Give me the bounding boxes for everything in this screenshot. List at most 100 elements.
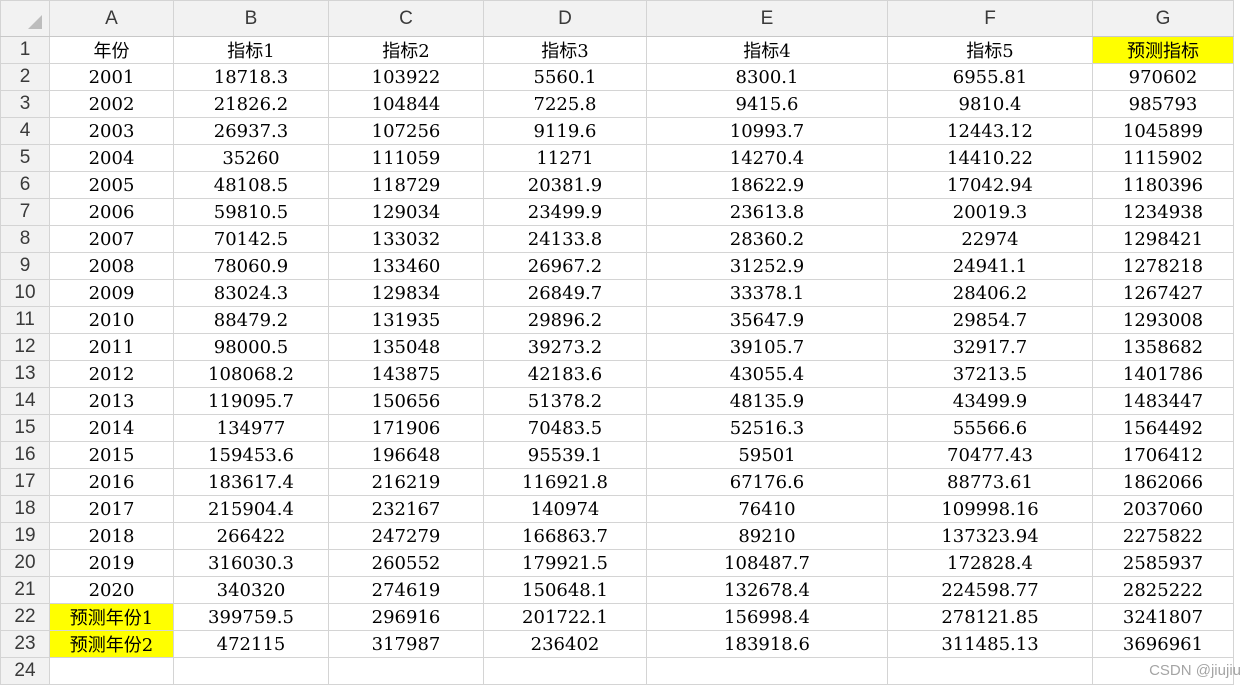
cell-f16[interactable]: 70477.43 xyxy=(887,441,1093,469)
cell-a19[interactable]: 2018 xyxy=(49,522,174,550)
cell-d20[interactable]: 179921.5 xyxy=(483,549,647,577)
cell-f1[interactable]: 指标5 xyxy=(887,36,1093,64)
cell-b2[interactable]: 18718.3 xyxy=(173,63,329,91)
cell-e18[interactable]: 76410 xyxy=(646,495,888,523)
row-header[interactable]: 16 xyxy=(0,441,50,469)
cell-g4[interactable]: 1045899 xyxy=(1092,117,1234,145)
cell-c9[interactable]: 133460 xyxy=(328,252,484,280)
cell-c4[interactable]: 107256 xyxy=(328,117,484,145)
cell-a4[interactable]: 2003 xyxy=(49,117,174,145)
cell-d22[interactable]: 201722.1 xyxy=(483,603,647,631)
cell-d19[interactable]: 166863.7 xyxy=(483,522,647,550)
cell-e22[interactable]: 156998.4 xyxy=(646,603,888,631)
cell-e15[interactable]: 52516.3 xyxy=(646,414,888,442)
cell-e14[interactable]: 48135.9 xyxy=(646,387,888,415)
cell-f18[interactable]: 109998.16 xyxy=(887,495,1093,523)
cell-g13[interactable]: 1401786 xyxy=(1092,360,1234,388)
cell-e10[interactable]: 33378.1 xyxy=(646,279,888,307)
cell-b14[interactable]: 119095.7 xyxy=(173,387,329,415)
cell-b16[interactable]: 159453.6 xyxy=(173,441,329,469)
cell-b9[interactable]: 78060.9 xyxy=(173,252,329,280)
cell-b21[interactable]: 340320 xyxy=(173,576,329,604)
cell-f15[interactable]: 55566.6 xyxy=(887,414,1093,442)
cell-c22[interactable]: 296916 xyxy=(328,603,484,631)
cell-d4[interactable]: 9119.6 xyxy=(483,117,647,145)
cell-f11[interactable]: 29854.7 xyxy=(887,306,1093,334)
cell-e19[interactable]: 89210 xyxy=(646,522,888,550)
cell-g5[interactable]: 1115902 xyxy=(1092,144,1234,172)
cell-d8[interactable]: 24133.8 xyxy=(483,225,647,253)
cell-d5[interactable]: 11271 xyxy=(483,144,647,172)
cell-g1[interactable]: 预测指标 xyxy=(1092,36,1234,64)
cell-e4[interactable]: 10993.7 xyxy=(646,117,888,145)
cell-b6[interactable]: 48108.5 xyxy=(173,171,329,199)
cell-f2[interactable]: 6955.81 xyxy=(887,63,1093,91)
cell-a10[interactable]: 2009 xyxy=(49,279,174,307)
cell-a18[interactable]: 2017 xyxy=(49,495,174,523)
column-header-b[interactable]: B xyxy=(173,0,329,37)
cell-c19[interactable]: 247279 xyxy=(328,522,484,550)
cell-g17[interactable]: 1862066 xyxy=(1092,468,1234,496)
cell-e11[interactable]: 35647.9 xyxy=(646,306,888,334)
cell-b1[interactable]: 指标1 xyxy=(173,36,329,64)
cell-d16[interactable]: 95539.1 xyxy=(483,441,647,469)
cell-a6[interactable]: 2005 xyxy=(49,171,174,199)
cell-g12[interactable]: 1358682 xyxy=(1092,333,1234,361)
cell-d17[interactable]: 116921.8 xyxy=(483,468,647,496)
cell-g10[interactable]: 1267427 xyxy=(1092,279,1234,307)
cell-b3[interactable]: 21826.2 xyxy=(173,90,329,118)
cell-g14[interactable]: 1483447 xyxy=(1092,387,1234,415)
cell-a14[interactable]: 2013 xyxy=(49,387,174,415)
cell-e1[interactable]: 指标4 xyxy=(646,36,888,64)
cell-f24[interactable] xyxy=(887,657,1093,685)
cell-g8[interactable]: 1298421 xyxy=(1092,225,1234,253)
cell-f21[interactable]: 224598.77 xyxy=(887,576,1093,604)
row-header[interactable]: 6 xyxy=(0,171,50,199)
cell-b18[interactable]: 215904.4 xyxy=(173,495,329,523)
cell-b8[interactable]: 70142.5 xyxy=(173,225,329,253)
cell-c23[interactable]: 317987 xyxy=(328,630,484,658)
cell-c11[interactable]: 131935 xyxy=(328,306,484,334)
row-header[interactable]: 5 xyxy=(0,144,50,172)
cell-a13[interactable]: 2012 xyxy=(49,360,174,388)
cell-g7[interactable]: 1234938 xyxy=(1092,198,1234,226)
cell-d3[interactable]: 7225.8 xyxy=(483,90,647,118)
cell-a7[interactable]: 2006 xyxy=(49,198,174,226)
cell-e3[interactable]: 9415.6 xyxy=(646,90,888,118)
cell-b11[interactable]: 88479.2 xyxy=(173,306,329,334)
cell-d18[interactable]: 140974 xyxy=(483,495,647,523)
cell-c14[interactable]: 150656 xyxy=(328,387,484,415)
row-header[interactable]: 22 xyxy=(0,603,50,631)
row-header[interactable]: 17 xyxy=(0,468,50,496)
cell-c21[interactable]: 274619 xyxy=(328,576,484,604)
cell-c17[interactable]: 216219 xyxy=(328,468,484,496)
cell-d7[interactable]: 23499.9 xyxy=(483,198,647,226)
column-header-d[interactable]: D xyxy=(483,0,647,37)
cell-c8[interactable]: 133032 xyxy=(328,225,484,253)
cell-c10[interactable]: 129834 xyxy=(328,279,484,307)
cell-c5[interactable]: 111059 xyxy=(328,144,484,172)
cell-d2[interactable]: 5560.1 xyxy=(483,63,647,91)
cell-b17[interactable]: 183617.4 xyxy=(173,468,329,496)
cell-a15[interactable]: 2014 xyxy=(49,414,174,442)
cell-b5[interactable]: 35260 xyxy=(173,144,329,172)
cell-g2[interactable]: 970602 xyxy=(1092,63,1234,91)
cell-f14[interactable]: 43499.9 xyxy=(887,387,1093,415)
cell-g3[interactable]: 985793 xyxy=(1092,90,1234,118)
row-header[interactable]: 20 xyxy=(0,549,50,577)
cell-e20[interactable]: 108487.7 xyxy=(646,549,888,577)
cell-f22[interactable]: 278121.85 xyxy=(887,603,1093,631)
cell-a21[interactable]: 2020 xyxy=(49,576,174,604)
column-header-c[interactable]: C xyxy=(328,0,484,37)
cell-g22[interactable]: 3241807 xyxy=(1092,603,1234,631)
cell-e9[interactable]: 31252.9 xyxy=(646,252,888,280)
cell-b15[interactable]: 134977 xyxy=(173,414,329,442)
cell-f20[interactable]: 172828.4 xyxy=(887,549,1093,577)
select-all-button[interactable] xyxy=(0,0,50,37)
cell-c6[interactable]: 118729 xyxy=(328,171,484,199)
row-header[interactable]: 19 xyxy=(0,522,50,550)
cell-b4[interactable]: 26937.3 xyxy=(173,117,329,145)
cell-f6[interactable]: 17042.94 xyxy=(887,171,1093,199)
cell-c15[interactable]: 171906 xyxy=(328,414,484,442)
cell-b19[interactable]: 266422 xyxy=(173,522,329,550)
